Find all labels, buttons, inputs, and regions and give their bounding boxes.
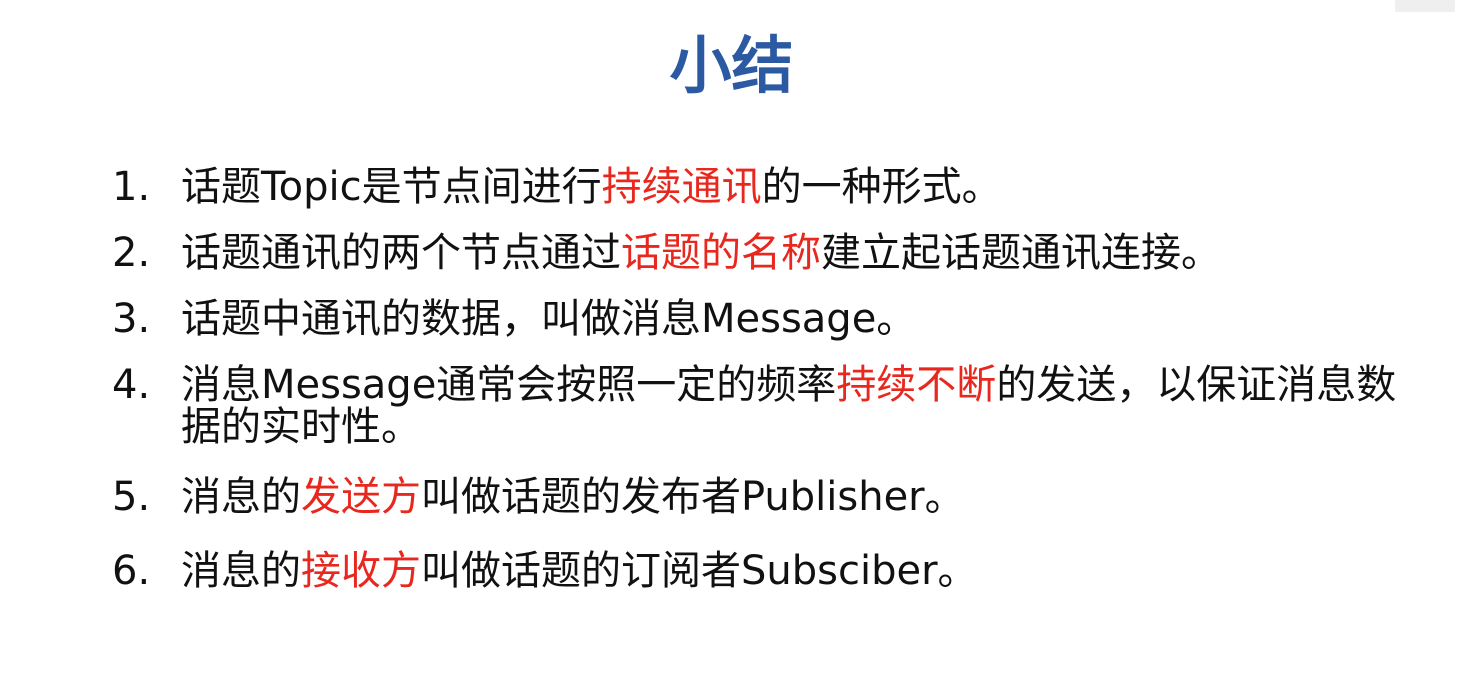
list-item-number: 3. xyxy=(112,296,151,342)
highlighted-phrase: 发送方 xyxy=(301,474,421,520)
highlighted-phrase: 持续不断 xyxy=(836,362,997,408)
list-item-text: 消息Message通常会按照一定的频率持续不断的发送，以保证消息数据的实时性。 xyxy=(181,364,1406,448)
list-item-number: 5. xyxy=(112,474,151,520)
text-segment: 叫做话题的订阅者Subsciber。 xyxy=(421,548,978,594)
text-segment: 话题通讯的两个节点通过 xyxy=(181,230,621,276)
text-segment: 话题中通讯的数据，叫做消息Message。 xyxy=(181,296,917,342)
list-item: 1. 话题Topic是节点间进行持续通讯的一种形式。 xyxy=(112,166,1412,208)
watermark-logo xyxy=(1395,0,1455,12)
list-item-number: 4. xyxy=(112,362,151,408)
list-item-number: 2. xyxy=(112,230,151,276)
list-item-number: 6. xyxy=(112,548,151,594)
list-item: 3. 话题中通讯的数据，叫做消息Message。 xyxy=(112,298,1412,340)
list-item-text: 话题中通讯的数据，叫做消息Message。 xyxy=(181,298,1406,340)
text-segment: 消息的 xyxy=(181,474,301,520)
text-segment: 消息Message通常会按照一定的频率 xyxy=(181,362,837,408)
list-item-number: 1. xyxy=(112,164,151,210)
list-item: 2. 话题通讯的两个节点通过话题的名称建立起话题通讯连接。 xyxy=(112,232,1412,274)
text-segment: 的一种形式。 xyxy=(761,164,1002,210)
highlighted-phrase: 接收方 xyxy=(301,548,421,594)
list-item-text: 话题通讯的两个节点通过话题的名称建立起话题通讯连接。 xyxy=(181,232,1406,274)
list-item-text: 消息的接收方叫做话题的订阅者Subsciber。 xyxy=(181,550,1406,592)
list-item-text: 消息的发送方叫做话题的发布者Publisher。 xyxy=(181,476,1406,518)
text-segment: 消息的 xyxy=(181,548,301,594)
slide-title: 小结 xyxy=(669,29,794,102)
list-item: 6. 消息的接收方叫做话题的订阅者Subsciber。 xyxy=(112,550,1412,592)
list-item-text: 话题Topic是节点间进行持续通讯的一种形式。 xyxy=(181,166,1406,208)
list-item: 4. 消息Message通常会按照一定的频率持续不断的发送，以保证消息数据的实时性… xyxy=(112,364,1412,448)
slide: 小结 1. 话题Topic是节点间进行持续通讯的一种形式。 2. 话题通讯的两个节点通… xyxy=(0,0,1463,694)
highlighted-phrase: 持续通讯 xyxy=(601,164,762,210)
text-segment: 建立起话题通讯连接。 xyxy=(821,230,1221,276)
text-segment: 话题Topic是节点间进行 xyxy=(181,164,602,210)
list-item: 5. 消息的发送方叫做话题的发布者Publisher。 xyxy=(112,476,1412,518)
text-segment: 叫做话题的发布者Publisher。 xyxy=(421,474,965,520)
highlighted-phrase: 话题的名称 xyxy=(621,230,821,276)
